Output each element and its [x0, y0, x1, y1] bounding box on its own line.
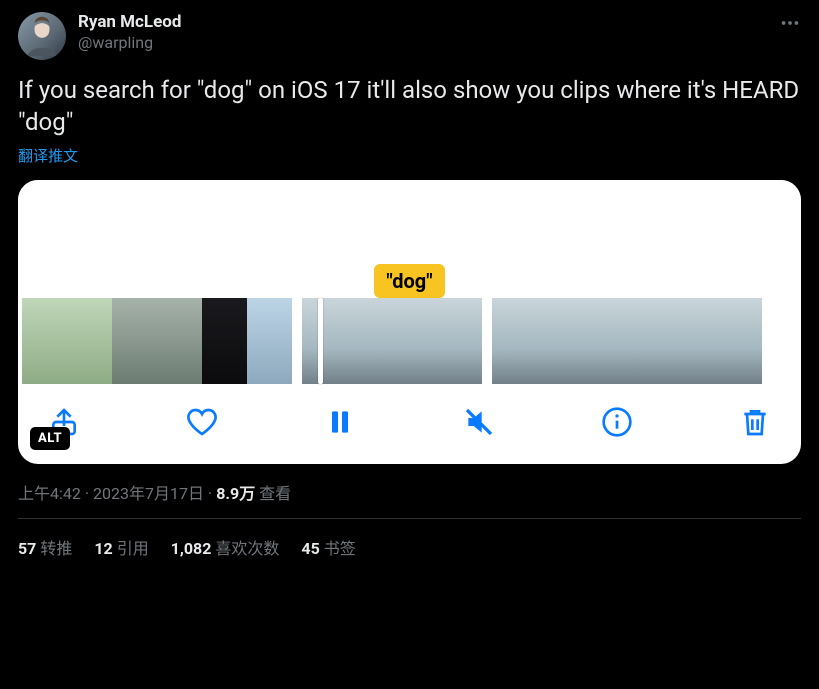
video-thumbnail [22, 298, 67, 384]
pause-icon[interactable] [324, 406, 356, 438]
media-card[interactable]: "dog" [18, 180, 801, 464]
caption-bubble: "dog" [374, 264, 444, 298]
playhead-icon[interactable] [318, 298, 323, 384]
video-thumbnail [347, 298, 392, 384]
video-thumbnail [202, 298, 247, 384]
alt-badge[interactable]: ALT [30, 427, 70, 450]
retweets-stat[interactable]: 57转推 [18, 535, 72, 559]
video-thumbnail [157, 298, 202, 384]
video-thumbnail [392, 298, 437, 384]
clip-group-1[interactable] [22, 298, 292, 384]
video-thumbnail [582, 298, 627, 384]
tweet-text: If you search for "dog" on iOS 17 it'll … [18, 74, 801, 139]
video-timeline[interactable] [18, 298, 801, 384]
more-icon[interactable] [779, 12, 801, 38]
video-thumbnail [537, 298, 582, 384]
views-count[interactable]: 8.9万 [216, 484, 255, 503]
heart-icon[interactable] [186, 406, 218, 438]
video-thumbnail [672, 298, 717, 384]
info-icon[interactable] [601, 406, 633, 438]
clip-group-3[interactable] [492, 298, 762, 384]
video-thumbnail [627, 298, 672, 384]
divider [18, 518, 801, 519]
views-label: 查看 [255, 484, 291, 503]
handle[interactable]: @warpling [78, 33, 181, 53]
video-thumbnail [492, 298, 537, 384]
video-thumbnail [302, 298, 347, 384]
tweet-date[interactable]: 2023年7月17日 [93, 484, 204, 503]
translate-link[interactable]: 翻译推文 [18, 145, 801, 166]
bookmarks-stat[interactable]: 45书签 [301, 535, 355, 559]
video-thumbnail [437, 298, 482, 384]
likes-stat[interactable]: 1,082喜欢次数 [171, 535, 280, 559]
avatar-placeholder-icon [20, 14, 64, 58]
quotes-stat[interactable]: 12引用 [94, 535, 148, 559]
video-thumbnail [247, 298, 292, 384]
avatar[interactable] [18, 12, 66, 60]
video-thumbnail [67, 298, 112, 384]
video-thumbnail [717, 298, 762, 384]
tweet-meta: 上午4:42·2023年7月17日·8.9万 查看 [18, 480, 801, 504]
display-name[interactable]: Ryan McLeod [78, 12, 181, 33]
mute-icon[interactable] [463, 406, 495, 438]
trash-icon[interactable] [739, 406, 771, 438]
video-thumbnail [112, 298, 157, 384]
clip-group-2[interactable] [302, 298, 482, 384]
tweet-time[interactable]: 上午4:42 [18, 484, 81, 503]
